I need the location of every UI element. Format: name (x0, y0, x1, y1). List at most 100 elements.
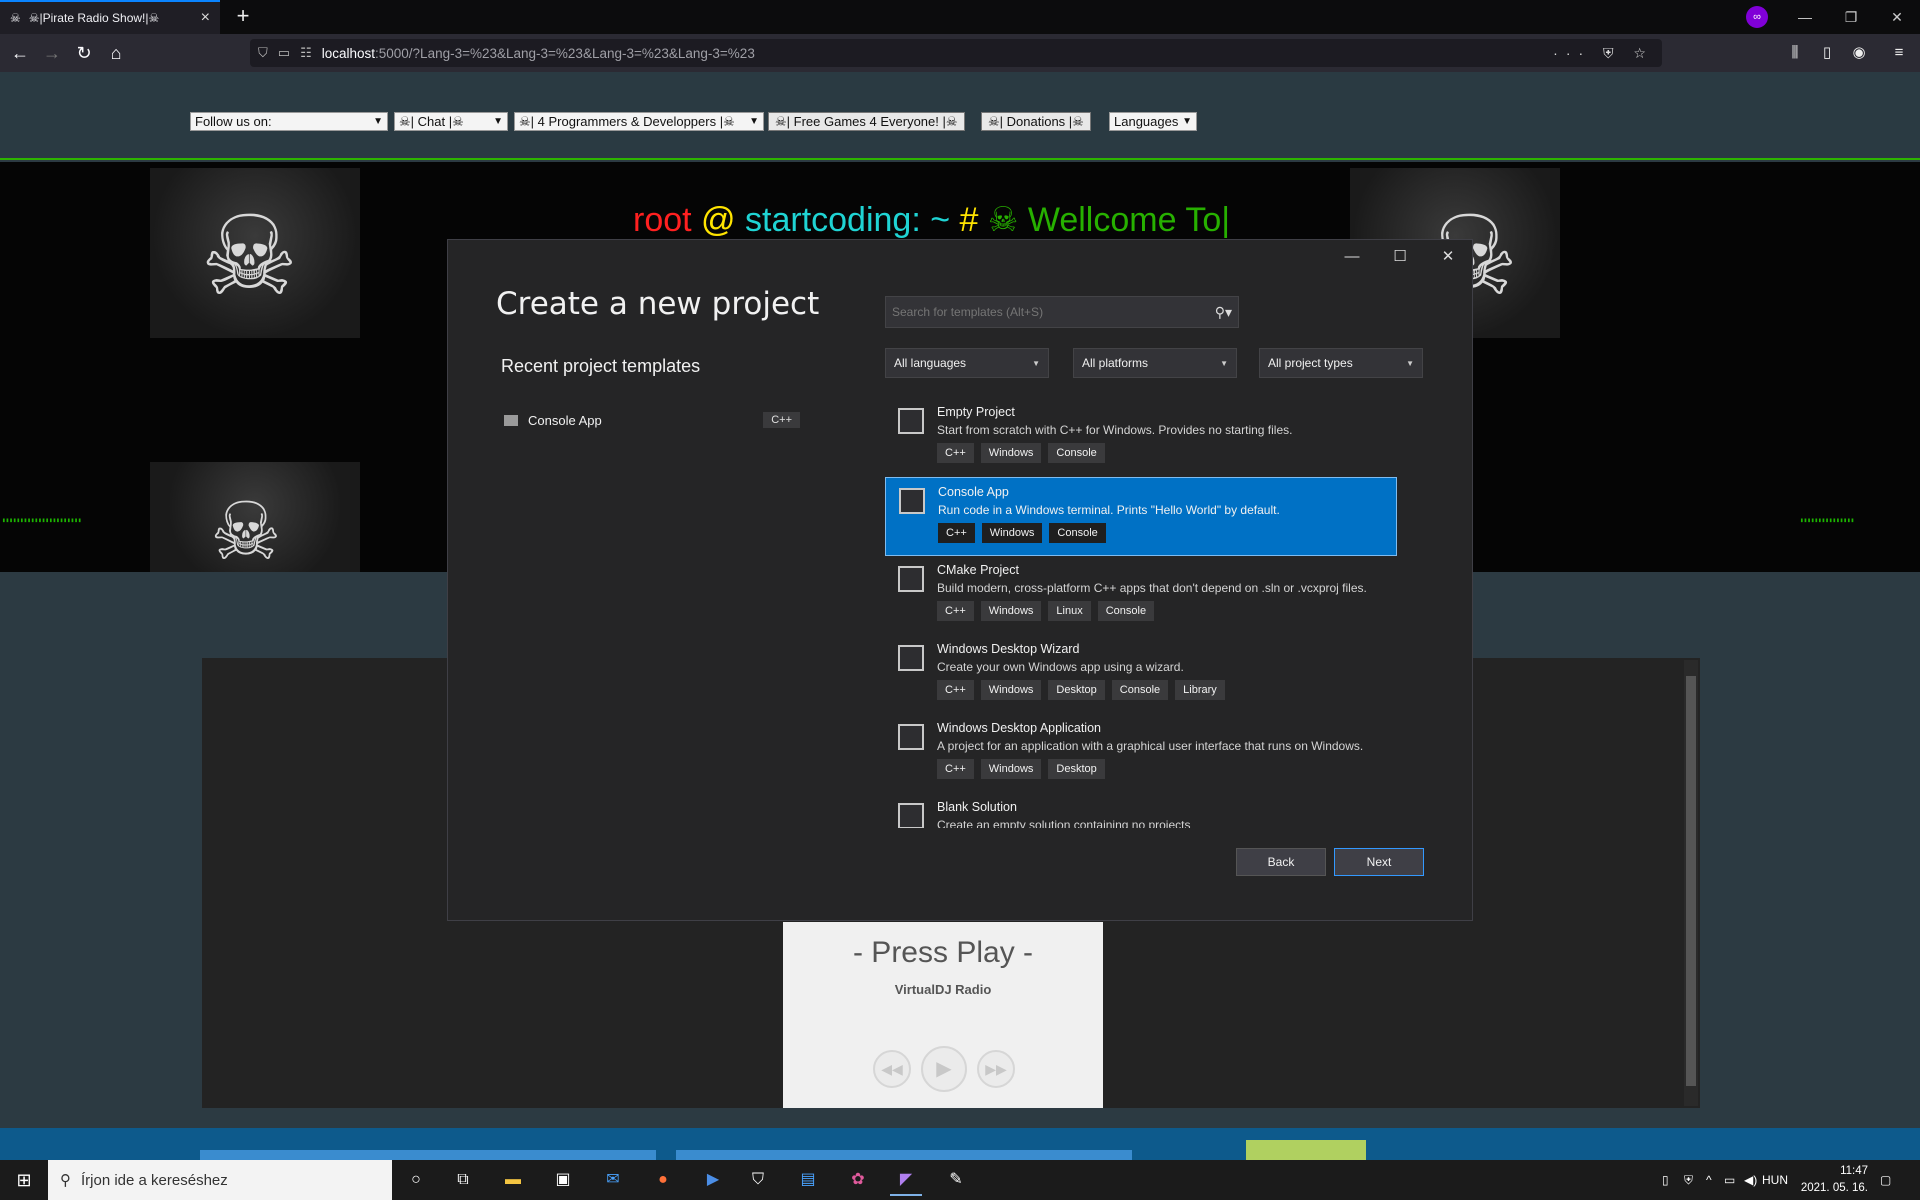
hamburger-menu-icon[interactable]: ≡ (1888, 42, 1910, 64)
maximize-dialog-icon[interactable]: ☐ (1380, 244, 1420, 270)
programmers-select[interactable]: ☠| 4 Programmers & Developpers |☠ ▼ (514, 112, 764, 131)
browser-navbar: ← → ↻ ⌂ ⛉ ▭ ☷ localhost :5000/?Lang-3=%2… (0, 34, 1920, 72)
platform-filter-label: All platforms (1082, 356, 1149, 370)
security-tray-icon[interactable]: ⛨ (1684, 1160, 1693, 1200)
chevron-down-icon: ▼ (1032, 358, 1040, 368)
page-actions[interactable]: ··· ⛨ ☆ (1553, 45, 1654, 62)
taskbar-clock[interactable]: 11:47 2021. 05. 16. (1788, 1163, 1868, 1197)
terminal-welcome-text: root @ startcoding: ~ # ☠ Wellcome To| (633, 200, 1230, 240)
search-icon[interactable]: ⚲▾ (1215, 304, 1232, 321)
volume-icon[interactable]: ◀) (1744, 1160, 1757, 1200)
template-description: A project for an application with a grap… (937, 739, 1364, 753)
project-type-filter-label: All project types (1268, 356, 1353, 370)
task-view-icon[interactable]: ⧉ (447, 1164, 479, 1196)
taskbar-search[interactable]: ⚲ Írjon ide a kereséshez (48, 1160, 392, 1200)
visual-studio-icon[interactable]: ◤ (890, 1164, 922, 1196)
panel-scrollbar-thumb[interactable] (1686, 676, 1696, 1086)
minimize-dialog-icon[interactable]: — (1332, 244, 1372, 270)
skull-crossbones-icon: ☠ (200, 195, 299, 318)
template-item[interactable]: Windows Desktop Application A project for… (885, 714, 1397, 793)
mail-icon[interactable]: ✉ (597, 1164, 629, 1196)
template-description: Build modern, cross-platform C++ apps th… (937, 581, 1367, 595)
fast-forward-icon[interactable]: ▶▶ (977, 1050, 1015, 1088)
template-tag: C++ (937, 443, 974, 463)
sidebar-icon[interactable]: ▯ (1816, 42, 1838, 64)
tab-title: ☠|Pirate Radio Show!|☠ (28, 11, 160, 25)
template-search-input[interactable] (892, 305, 1215, 319)
paint-app-icon[interactable]: ✿ (842, 1164, 874, 1196)
library-icon[interactable]: ⫼ (1784, 42, 1806, 64)
browser-tab[interactable]: ☠ ☠|Pirate Radio Show!|☠ × (0, 0, 220, 34)
remote-desktop-icon[interactable]: ▤ (792, 1164, 824, 1196)
station-name: VirtualDJ Radio (894, 982, 992, 997)
tray-expand-icon[interactable]: ^ (1706, 1160, 1712, 1200)
reload-icon[interactable]: ↻ (70, 40, 98, 66)
play-icon[interactable]: ▶ (921, 1046, 967, 1092)
back-arrow-icon[interactable]: ← (6, 40, 34, 66)
close-tab-icon[interactable]: × (201, 9, 210, 27)
windows-taskbar: ⊞ ⚲ Írjon ide a kereséshez ○ ⧉ ▬ ▣ ✉ ● ▶… (0, 1160, 1920, 1200)
firefox-icon[interactable]: ● (647, 1164, 679, 1196)
url-path: :5000/?Lang-3=%23&Lang-3=%23&Lang-3=%23&… (375, 45, 755, 61)
template-item[interactable]: Empty Project Start from scratch with C++… (885, 398, 1397, 477)
template-icon (898, 724, 924, 750)
dialog-title: Create a new project (496, 286, 820, 322)
template-item[interactable]: Windows Desktop Wizard Create your own Wi… (885, 635, 1397, 714)
browser-tab-strip: ☠ ☠|Pirate Radio Show!|☠ × + ∞ — ❐ ✕ (0, 0, 1920, 34)
template-list[interactable]: Empty Project Start from scratch with C++… (885, 398, 1405, 828)
template-item[interactable]: Blank Solution Create an empty solution c… (885, 793, 1397, 828)
usb-icon[interactable]: ▯ (1662, 1160, 1669, 1200)
close-window-icon[interactable]: ✕ (1874, 0, 1920, 34)
template-tags: C++ Windows Console (937, 443, 1105, 463)
next-button[interactable]: Next (1334, 848, 1424, 876)
project-type-filter[interactable]: All project types ▼ (1259, 348, 1423, 378)
store-icon[interactable]: ▣ (547, 1164, 579, 1196)
network-icon[interactable]: ▭ (1724, 1160, 1735, 1200)
chevron-down-icon: ▼ (1406, 358, 1414, 368)
skull-crossbones-icon: ☠ (210, 487, 282, 576)
follow-us-select[interactable]: Follow us on: ▼ (190, 112, 388, 131)
languages-select[interactable]: Languages ▼ (1109, 112, 1197, 131)
file-explorer-icon[interactable]: ▬ (497, 1164, 529, 1196)
template-tag: C++ (938, 523, 975, 543)
recent-template-tag: C++ (763, 412, 800, 428)
close-dialog-icon[interactable]: ✕ (1428, 244, 1468, 270)
paint-palette-icon[interactable]: ✎ (940, 1164, 972, 1196)
folder-icon (504, 414, 518, 426)
rewind-icon[interactable]: ◀◀ (873, 1050, 911, 1088)
page-footer-strip (0, 1128, 1920, 1160)
windows-start-icon[interactable]: ⊞ (0, 1160, 48, 1200)
account-icon[interactable]: ◉ (1848, 42, 1870, 64)
donations-button[interactable]: ☠| Donations |☠ (981, 112, 1091, 131)
template-tag: Library (1175, 680, 1225, 700)
cortana-icon[interactable]: ○ (400, 1164, 432, 1196)
language-filter[interactable]: All languages ▼ (885, 348, 1049, 378)
url-bar[interactable]: ⛉ ▭ ☷ localhost :5000/?Lang-3=%23&Lang-3… (250, 39, 1662, 67)
template-search[interactable]: ⚲▾ (885, 296, 1239, 328)
template-item[interactable]: CMake Project Build modern, cross-platfor… (885, 556, 1397, 635)
shield-icon[interactable]: ⛉ (258, 45, 268, 61)
recent-templates-heading: Recent project templates (501, 356, 701, 376)
permissions-icon[interactable]: ☷ (300, 45, 312, 61)
forward-arrow-icon[interactable]: → (38, 40, 66, 66)
powershell-icon[interactable]: ▶ (697, 1164, 729, 1196)
template-tag: Windows (980, 443, 1042, 463)
chevron-down-icon: ▼ (493, 116, 503, 127)
chat-select[interactable]: ☠| Chat |☠ ▼ (394, 112, 508, 131)
page-info-icon[interactable]: ▭ (278, 45, 290, 61)
recent-template-item[interactable]: Console App C++ (504, 409, 800, 431)
template-item[interactable]: Console App Run code in a Windows termina… (885, 477, 1397, 556)
restore-window-icon[interactable]: ❐ (1828, 0, 1874, 34)
back-button[interactable]: Back (1236, 848, 1326, 876)
create-project-dialog: — ☐ ✕ Create a new project Recent projec… (447, 239, 1473, 921)
minimize-window-icon[interactable]: — (1782, 0, 1828, 34)
template-description: Start from scratch with C++ for Windows.… (937, 423, 1293, 437)
home-icon[interactable]: ⌂ (102, 40, 130, 66)
platform-filter[interactable]: All platforms ▼ (1073, 348, 1237, 378)
free-games-button[interactable]: ☠| Free Games 4 Everyone! |☠ (768, 112, 965, 131)
security-shield-icon[interactable]: ⛉ (742, 1164, 774, 1196)
notifications-icon[interactable]: ▢ (1880, 1160, 1891, 1200)
input-language[interactable]: HUN (1762, 1160, 1788, 1200)
follow-us-label: Follow us on: (195, 114, 272, 129)
new-tab-button[interactable]: + (230, 4, 256, 30)
